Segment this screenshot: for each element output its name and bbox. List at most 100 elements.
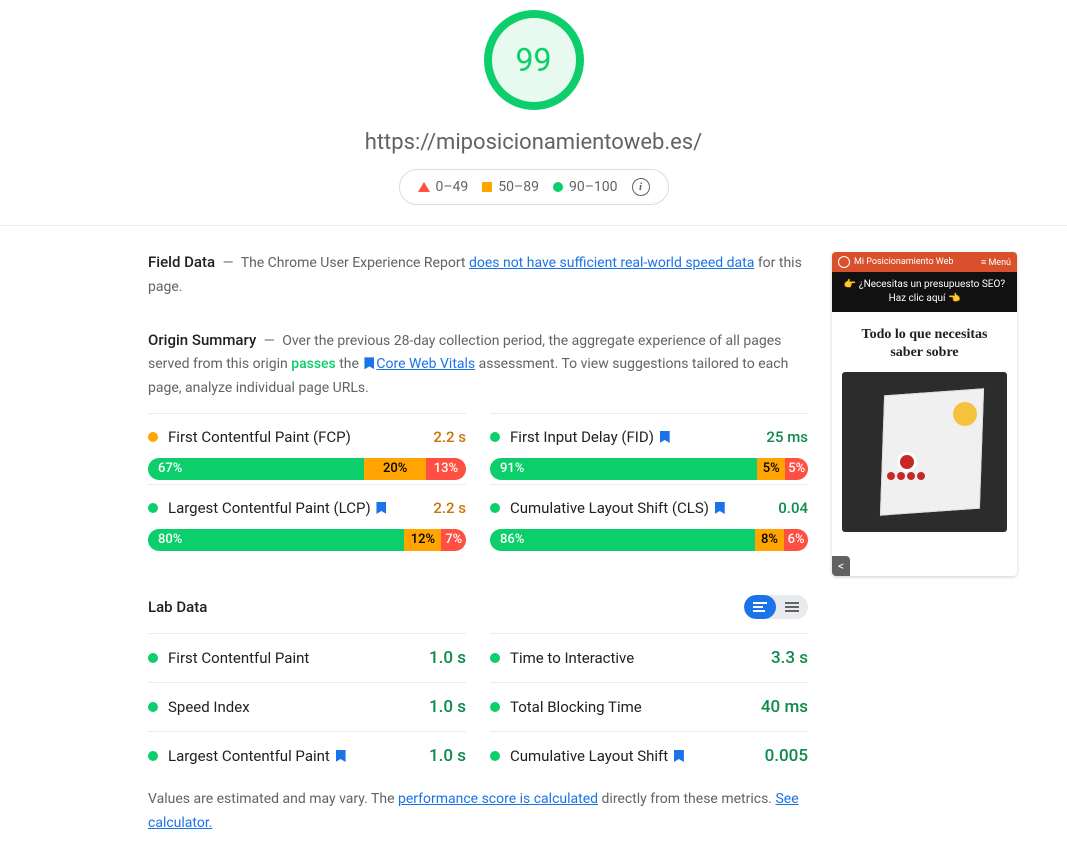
status-dot bbox=[148, 503, 158, 513]
preview-brand: Mi Posicionamiento Web bbox=[854, 257, 953, 267]
origin-summary-section: Origin Summary — Over the previous 28-da… bbox=[148, 328, 808, 401]
distribution-bar: 91%5%5% bbox=[490, 458, 808, 480]
distribution-bar: 80%12%7% bbox=[148, 529, 466, 551]
metric-name: First Contentful Paint (FCP) bbox=[168, 428, 423, 446]
share-icon: < bbox=[832, 556, 850, 576]
legend-average: 50–89 bbox=[482, 179, 539, 195]
origin-summary-heading: Origin Summary bbox=[148, 331, 256, 349]
globe-icon bbox=[838, 256, 850, 268]
dist-poor: 7% bbox=[441, 529, 466, 551]
status-dot bbox=[490, 432, 500, 442]
origin-metric-row[interactable]: Cumulative Layout Shift (CLS) 0.04 86%8%6… bbox=[490, 484, 808, 555]
dist-good: 67% bbox=[148, 458, 364, 480]
field-data-heading: Field Data bbox=[148, 253, 215, 271]
info-icon[interactable]: i bbox=[632, 178, 650, 196]
dist-needs-improvement: 12% bbox=[404, 529, 441, 551]
status-dot bbox=[490, 503, 500, 513]
preview-header: Mi Posicionamiento Web ≡ Menú bbox=[832, 252, 1017, 272]
bookmark-icon bbox=[364, 357, 374, 369]
passes-text: passes bbox=[291, 356, 336, 372]
dist-poor: 6% bbox=[784, 529, 808, 551]
bookmark-icon bbox=[715, 502, 725, 514]
status-dot bbox=[148, 751, 158, 761]
origin-metric-row[interactable]: First Contentful Paint (FCP) 2.2 s 67%20%… bbox=[148, 413, 466, 484]
preview-menu: ≡ Menú bbox=[981, 257, 1011, 268]
lab-metric-row[interactable]: Largest Contentful Paint 1.0 s bbox=[148, 731, 466, 780]
metric-value: 1.0 s bbox=[429, 697, 466, 717]
view-toggle bbox=[744, 595, 808, 619]
metric-name: Largest Contentful Paint (LCP) bbox=[168, 499, 423, 517]
status-dot bbox=[148, 432, 158, 442]
preview-title: Todo lo que necesitassaber sobre bbox=[842, 326, 1007, 362]
field-data-section: Field Data — The Chrome User Experience … bbox=[148, 250, 808, 300]
lab-metric-row[interactable]: First Contentful Paint 1.0 s bbox=[148, 633, 466, 682]
origin-metric-row[interactable]: First Input Delay (FID) 25 ms91%5%5% bbox=[490, 413, 808, 484]
dist-needs-improvement: 8% bbox=[755, 529, 785, 551]
triangle-icon bbox=[418, 182, 430, 192]
dist-poor: 5% bbox=[785, 458, 808, 480]
view-toggle-list[interactable] bbox=[776, 595, 808, 619]
lab-data-heading: Lab Data bbox=[148, 598, 744, 616]
bookmark-icon bbox=[674, 750, 684, 762]
metric-value: 25 ms bbox=[766, 428, 808, 446]
metric-name: Cumulative Layout Shift (CLS) bbox=[510, 499, 768, 517]
bookmark-icon bbox=[660, 431, 670, 443]
dist-good: 80% bbox=[148, 529, 404, 551]
metric-value: 0.005 bbox=[765, 746, 808, 766]
preview-hero-image bbox=[842, 372, 1007, 532]
performance-score-gauge: 99 bbox=[484, 10, 584, 110]
legend-pass: 90–100 bbox=[553, 179, 618, 195]
lab-metrics-grid: First Contentful Paint 1.0 s Time to Inter… bbox=[148, 633, 808, 780]
origin-metric-row[interactable]: Largest Contentful Paint (LCP) 2.2 s 80%1… bbox=[148, 484, 466, 555]
page-preview-thumbnail: Mi Posicionamiento Web ≡ Menú 👉 ¿Necesit… bbox=[832, 252, 1017, 576]
core-web-vitals-link[interactable]: Core Web Vitals bbox=[376, 356, 475, 372]
dist-good: 91% bbox=[490, 458, 757, 480]
legend-fail: 0–49 bbox=[418, 179, 469, 195]
status-dot bbox=[490, 702, 500, 712]
divider bbox=[0, 225, 1067, 226]
status-dot bbox=[148, 653, 158, 663]
bookmark-icon bbox=[336, 750, 346, 762]
distribution-bar: 86%8%6% bbox=[490, 529, 808, 551]
preview-banner: 👉 ¿Necesitas un presupuesto SEO? Haz cli… bbox=[832, 272, 1017, 312]
lab-metric-row[interactable]: Cumulative Layout Shift 0.005 bbox=[490, 731, 808, 780]
status-dot bbox=[148, 702, 158, 712]
circle-icon bbox=[553, 182, 563, 192]
origin-metrics-grid: First Contentful Paint (FCP) 2.2 s 67%20%… bbox=[148, 413, 808, 555]
metric-value: 3.3 s bbox=[771, 648, 808, 668]
metric-value: 40 ms bbox=[761, 697, 808, 717]
lab-metric-row[interactable]: Speed Index 1.0 s bbox=[148, 682, 466, 731]
distribution-bar: 67%20%13% bbox=[148, 458, 466, 480]
metric-name: Total Blocking Time bbox=[510, 698, 751, 716]
metric-name: Largest Contentful Paint bbox=[168, 747, 419, 765]
lines-icon bbox=[785, 600, 799, 614]
metric-name: First Contentful Paint bbox=[168, 649, 419, 667]
view-toggle-bar[interactable] bbox=[744, 595, 776, 619]
metric-name: Cumulative Layout Shift bbox=[510, 747, 755, 765]
lab-metric-row[interactable]: Total Blocking Time 40 ms bbox=[490, 682, 808, 731]
square-icon bbox=[482, 182, 492, 192]
dist-good: 86% bbox=[490, 529, 755, 551]
metric-name: Speed Index bbox=[168, 698, 419, 716]
dist-needs-improvement: 20% bbox=[364, 458, 426, 480]
tested-url: https://miposicionamientoweb.es/ bbox=[0, 130, 1067, 155]
dist-needs-improvement: 5% bbox=[757, 458, 785, 480]
bookmark-icon bbox=[376, 502, 386, 514]
bars-icon bbox=[753, 600, 767, 614]
status-dot bbox=[490, 751, 500, 761]
metric-value: 2.2 s bbox=[433, 499, 466, 517]
score-value: 99 bbox=[516, 41, 552, 79]
lab-footnote: Values are estimated and may vary. The p… bbox=[148, 788, 808, 836]
metric-value: 2.2 s bbox=[433, 428, 466, 446]
score-calc-link[interactable]: performance score is calculated bbox=[398, 791, 598, 807]
score-legend: 0–49 50–89 90–100 i bbox=[399, 169, 669, 205]
metric-name: Time to Interactive bbox=[510, 649, 761, 667]
lab-metric-row[interactable]: Time to Interactive 3.3 s bbox=[490, 633, 808, 682]
status-dot bbox=[490, 653, 500, 663]
metric-value: 1.0 s bbox=[429, 648, 466, 668]
crux-data-link[interactable]: does not have sufficient real-world spee… bbox=[469, 255, 754, 271]
dist-poor: 13% bbox=[426, 458, 466, 480]
metric-name: First Input Delay (FID) bbox=[510, 428, 756, 446]
metric-value: 1.0 s bbox=[429, 746, 466, 766]
metric-value: 0.04 bbox=[778, 499, 808, 517]
